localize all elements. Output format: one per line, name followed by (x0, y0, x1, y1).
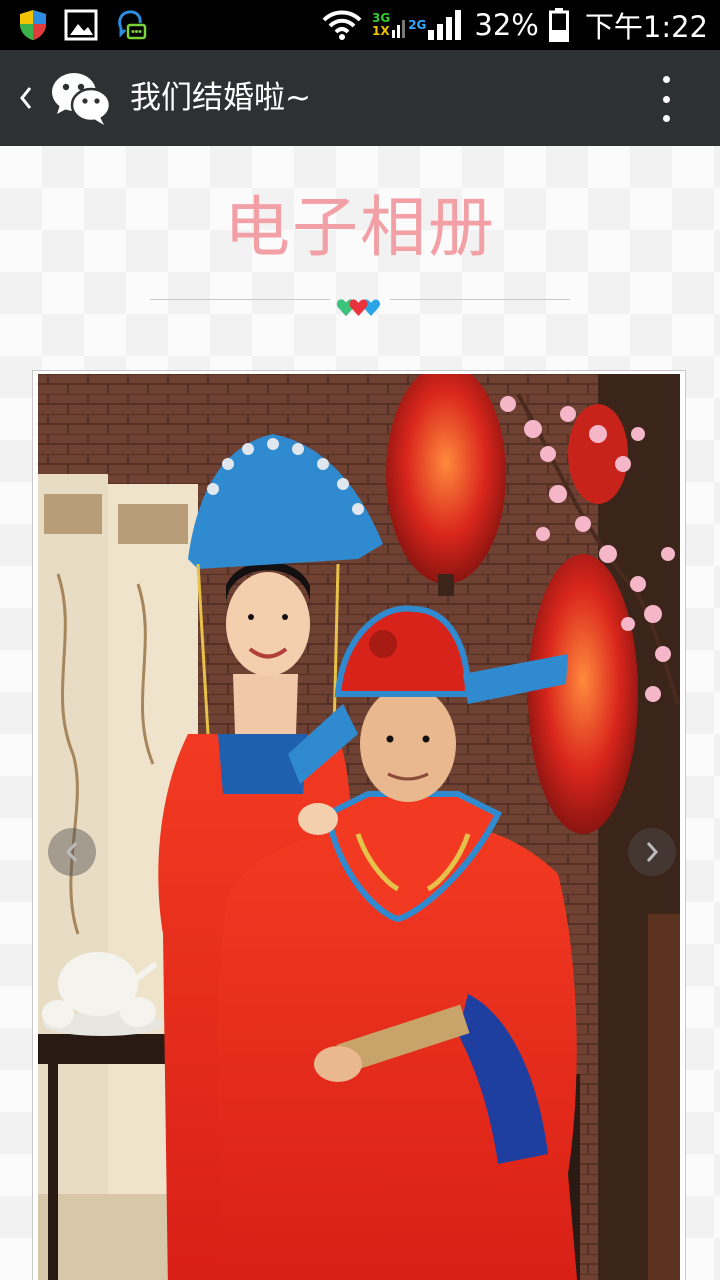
network-type-primary: 3G 1X (372, 12, 390, 38)
status-bar: 3G 1X 2G 32% 下午1:22 (0, 0, 720, 50)
back-button[interactable] (10, 78, 42, 118)
shield-icon (20, 10, 46, 40)
more-vertical-icon-dot (662, 95, 670, 103)
divider-left (150, 299, 330, 300)
wechat-icon (52, 73, 112, 125)
more-vertical-icon-dot (662, 115, 670, 122)
wifi-icon (322, 10, 362, 40)
title-bar: 我们结婚啦~ (0, 50, 720, 146)
cellular-signal: 3G 1X 2G (372, 10, 464, 40)
signal-bars-full-icon (428, 10, 462, 40)
app-screen: 3G 1X 2G 32% 下午1:22 我们结婚啦~ 电子相册 (0, 0, 720, 1280)
assistant-chat-icon (118, 10, 147, 40)
more-menu-button[interactable] (654, 76, 678, 122)
status-notifications (18, 8, 148, 42)
page-title: 我们结婚啦~ (130, 80, 311, 116)
wedding-photo-illustration (38, 374, 680, 1280)
photo-slide[interactable] (32, 370, 686, 1280)
battery-percent: 32% (474, 8, 539, 42)
chevron-left-icon (65, 842, 78, 862)
web-content[interactable]: 电子相册 (0, 146, 720, 1280)
network-1x-label: 1X (372, 24, 390, 38)
album-heading: 电子相册 (224, 189, 496, 266)
next-photo-button[interactable] (628, 828, 676, 876)
chevron-left-icon (20, 87, 32, 109)
more-vertical-icon-dot (662, 76, 670, 83)
clock: 下午1:22 (584, 10, 708, 44)
divider-right (390, 299, 570, 300)
hearts-icon (336, 299, 381, 316)
signal-bars-icon (392, 20, 406, 38)
status-system: 3G 1X 2G 32% 下午1:22 (322, 6, 708, 44)
network-2g-label: 2G (408, 17, 427, 32)
network-type-secondary: 2G (408, 17, 427, 32)
chevron-right-icon (646, 842, 659, 862)
wedding-photo (38, 374, 680, 1280)
gallery-icon (64, 9, 98, 41)
battery-icon (548, 8, 569, 42)
previous-photo-button[interactable] (48, 828, 96, 876)
